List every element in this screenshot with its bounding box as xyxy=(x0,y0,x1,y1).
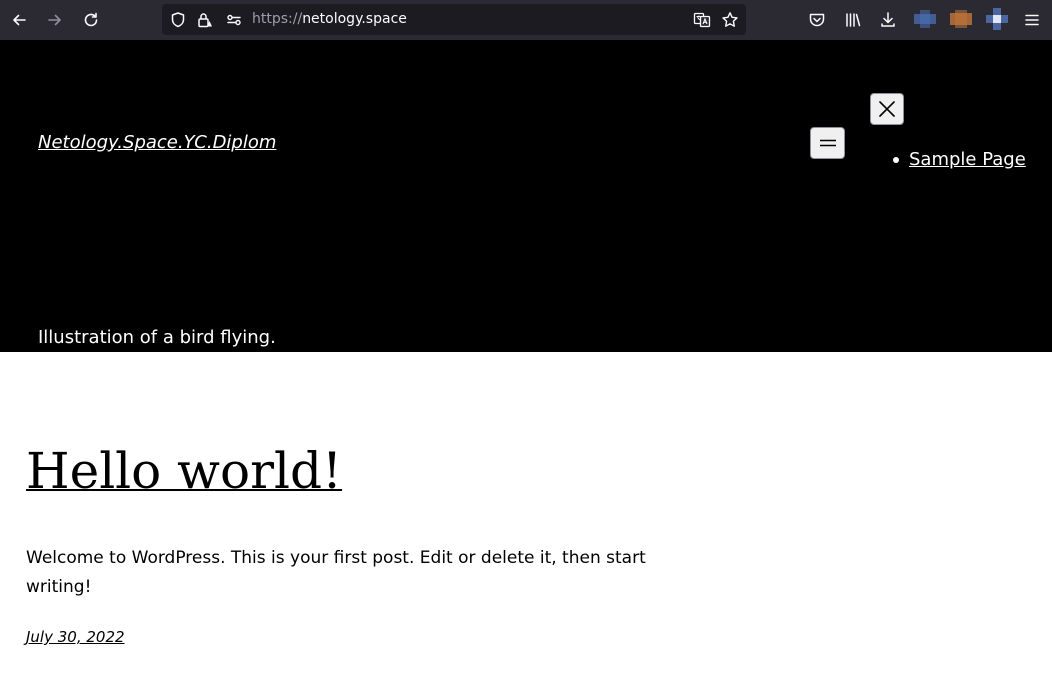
arrow-right-icon xyxy=(48,14,61,26)
translate-icon xyxy=(693,12,711,28)
account-avatar[interactable] xyxy=(986,8,1008,30)
image-alt-text: Illustration of a bird flying. xyxy=(38,327,276,348)
shield-icon xyxy=(171,12,185,28)
forward-button[interactable] xyxy=(43,8,67,32)
post-excerpt: Welcome to WordPress. This is your first… xyxy=(26,548,646,597)
reload-button[interactable] xyxy=(79,8,103,32)
back-button[interactable] xyxy=(7,8,31,32)
site-title-link[interactable]: Netology.Space.YC.Diplom xyxy=(38,132,276,154)
close-icon xyxy=(879,101,895,117)
permissions-icon xyxy=(227,14,241,26)
library-button[interactable] xyxy=(841,8,865,32)
star-icon xyxy=(722,12,738,27)
permissions-button[interactable] xyxy=(222,8,246,32)
url-bar[interactable] xyxy=(162,4,746,35)
lock-warning-icon xyxy=(198,13,212,28)
translate-button[interactable] xyxy=(690,8,714,32)
reload-icon xyxy=(84,12,98,27)
pocket-button[interactable] xyxy=(805,8,829,32)
post-title-link[interactable]: Hello world! xyxy=(26,440,342,502)
library-icon xyxy=(846,13,861,27)
nav-link-sample-page[interactable]: Sample Page xyxy=(909,149,1026,171)
nav-item-sample-page: Sample Page xyxy=(893,149,1026,171)
url-text[interactable]: https://netology.space xyxy=(252,10,407,28)
arrow-left-icon xyxy=(13,14,26,26)
extension-icon[interactable] xyxy=(914,8,936,30)
pocket-icon xyxy=(809,13,825,27)
site-security-button[interactable] xyxy=(193,8,217,32)
post-date-link[interactable]: July 30, 2022 xyxy=(26,627,125,647)
open-menu-button[interactable] xyxy=(810,127,845,159)
extension-icon[interactable] xyxy=(950,8,972,30)
url-scheme: https:// xyxy=(252,11,303,27)
tracking-protection-button[interactable] xyxy=(166,8,190,32)
app-menu-button[interactable] xyxy=(1020,8,1044,32)
bookmark-star-button[interactable] xyxy=(718,8,742,32)
hamburger-menu-icon xyxy=(1025,14,1039,26)
close-menu-button[interactable] xyxy=(870,93,904,125)
download-icon xyxy=(881,12,895,27)
browser-toolbar: https://netology.space xyxy=(0,0,1052,41)
list-bullet xyxy=(893,157,899,163)
url-host: netology.space xyxy=(302,11,407,27)
downloads-button[interactable] xyxy=(876,8,900,32)
menu-icon xyxy=(819,139,836,147)
site-header: Netology.Space.YC.Diplom Sample Page Ill… xyxy=(0,40,1052,352)
primary-navigation: Sample Page xyxy=(893,149,1026,171)
